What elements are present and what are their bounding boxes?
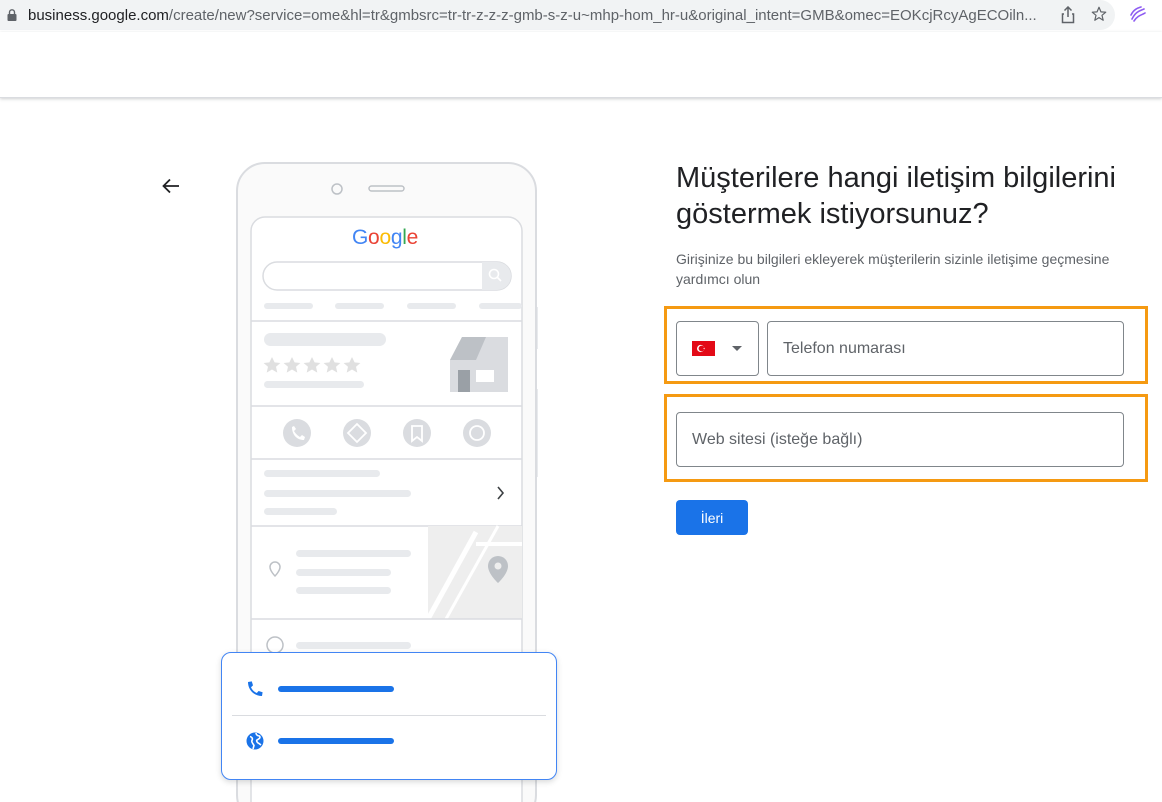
back-button[interactable] (157, 172, 185, 200)
globe-icon (246, 732, 264, 750)
phone-number-field[interactable] (767, 321, 1124, 376)
share-icon[interactable] (1060, 6, 1076, 24)
country-code-select[interactable] (676, 321, 759, 376)
lock-icon[interactable] (7, 9, 17, 21)
phone-number-input[interactable] (768, 322, 1123, 375)
url-path: /create/new?service=ome&hl=tr&gmbsrc=tr-… (168, 7, 1037, 24)
website-input[interactable] (677, 413, 1123, 466)
phone-placeholder-line (278, 686, 394, 692)
next-button[interactable]: İleri (676, 500, 748, 535)
turkey-flag-icon (692, 341, 715, 356)
phone-icon (248, 681, 263, 696)
url-host: business.google.com (28, 7, 169, 24)
arrow-back-icon (162, 178, 179, 194)
extension-icon[interactable] (1128, 5, 1148, 25)
contact-info-card (221, 652, 557, 780)
website-placeholder-line (278, 738, 394, 744)
top-app-bar (0, 32, 1162, 98)
contact-phone-row (222, 663, 556, 715)
browser-address-bar: business.google.com/create/new?service=o… (0, 0, 1162, 32)
chevron-down-icon (732, 346, 742, 351)
website-field[interactable] (676, 412, 1124, 467)
url-text[interactable]: business.google.com/create/new?service=o… (28, 7, 1048, 24)
page-subtitle: Girişinize bu bilgileri ekleyerek müşter… (676, 251, 1110, 287)
page-title: Müşterilere hangi iletişim bilgilerini g… (676, 162, 1116, 230)
google-logo: Google (352, 226, 418, 249)
contact-website-row (222, 715, 556, 767)
bookmark-star-icon[interactable] (1090, 5, 1108, 23)
